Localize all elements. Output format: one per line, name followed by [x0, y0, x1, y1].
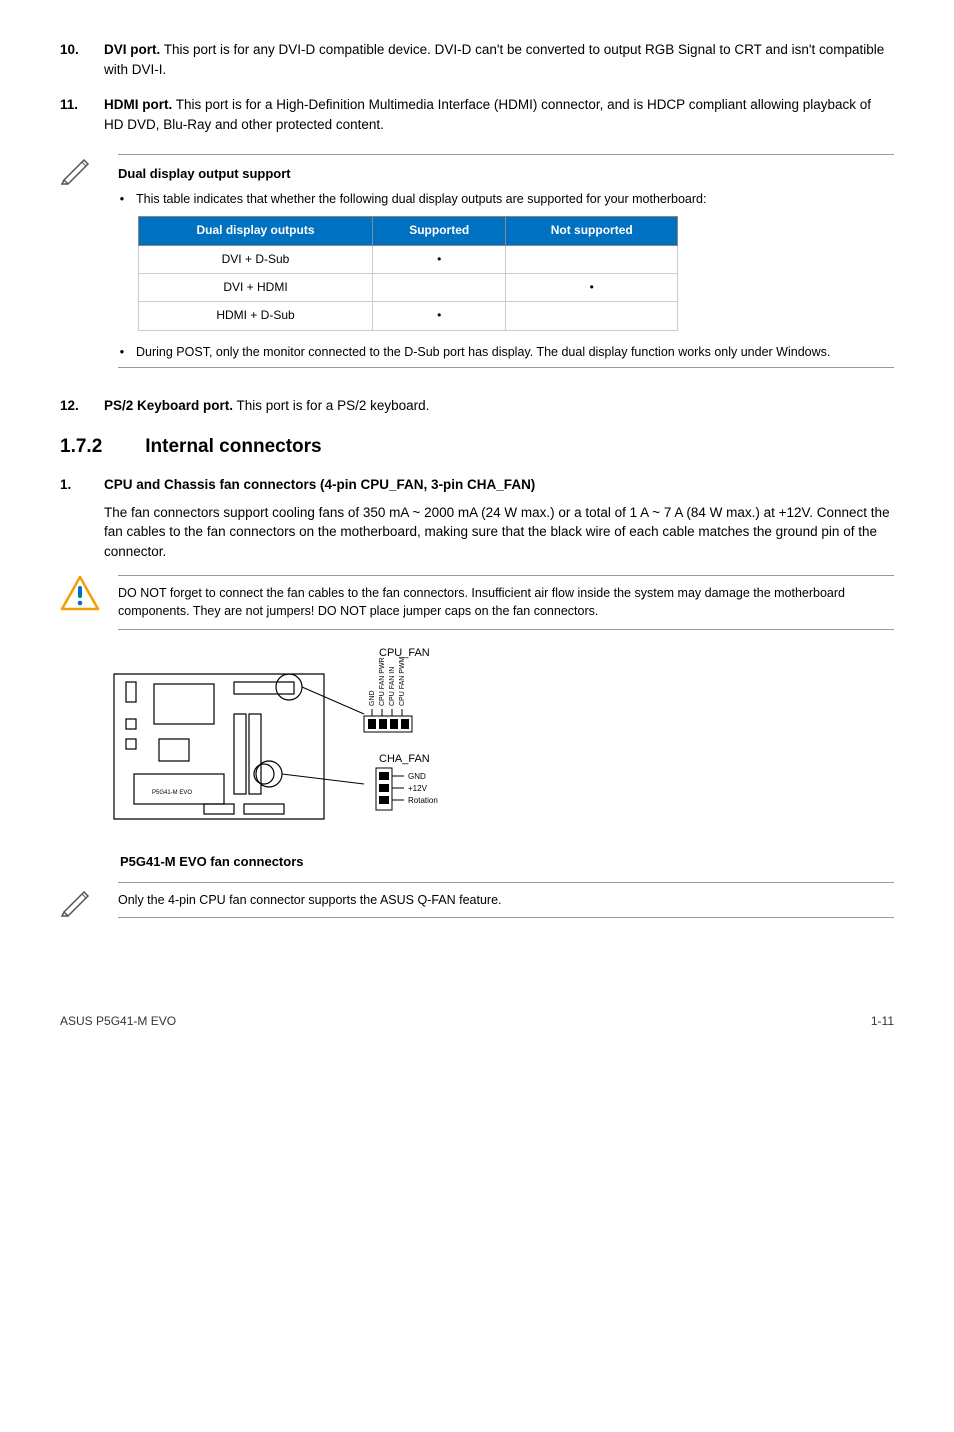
table-header: Supported	[372, 217, 505, 245]
pencil-icon	[60, 882, 100, 924]
table-row: DVI + HDMI •	[139, 274, 678, 302]
list-item-11: 11. HDMI port. This port is for a High-D…	[60, 95, 894, 134]
item-number: 10.	[60, 40, 90, 79]
item-text: This port is for any DVI-D compatible de…	[104, 42, 884, 77]
svg-text:CPU FAN IN: CPU FAN IN	[389, 666, 396, 705]
connector-item-1: 1. CPU and Chassis fan connectors (4-pin…	[60, 475, 894, 561]
dual-display-table: Dual display outputs Supported Not suppo…	[138, 216, 678, 331]
fan-connector-diagram: P5G41-M EVO CPU_FAN GND CPU FAN PWR CPU …	[104, 644, 894, 850]
table-header: Dual display outputs	[139, 217, 373, 245]
table-cell: •	[372, 245, 505, 273]
note-content: Dual display output support • This table…	[118, 150, 894, 378]
item-title: PS/2 Keyboard port.	[104, 398, 233, 413]
table-row: HDMI + D-Sub •	[139, 302, 678, 330]
pencil-icon	[60, 150, 100, 192]
svg-text:P5G41-M EVO: P5G41-M EVO	[152, 790, 192, 796]
note-title: Dual display output support	[118, 165, 894, 184]
caution-block: DO NOT forget to connect the fan cables …	[60, 575, 894, 629]
note-bullet-2: • During POST, only the monitor connecte…	[118, 343, 894, 361]
section-number: 1.7.2	[60, 433, 140, 461]
item-title: DVI port.	[104, 42, 160, 57]
item-text: This port is for a PS/2 keyboard.	[233, 398, 429, 413]
item-text: This port is for a High-Definition Multi…	[104, 97, 871, 132]
item-title: CPU and Chassis fan connectors (4-pin CP…	[104, 475, 894, 495]
table-cell: •	[372, 302, 505, 330]
svg-text:CPU FAN PWR: CPU FAN PWR	[379, 657, 386, 706]
item-title: HDMI port.	[104, 97, 172, 112]
svg-text:CPU FAN PWM: CPU FAN PWM	[399, 656, 406, 706]
footer-right: 1-11	[871, 1013, 894, 1030]
table-cell: HDMI + D-Sub	[139, 302, 373, 330]
item-number: 12.	[60, 396, 90, 416]
table-cell	[506, 245, 678, 273]
section-heading: 1.7.2 Internal connectors	[60, 433, 894, 461]
item-body: PS/2 Keyboard port. This port is for a P…	[104, 396, 894, 416]
table-cell	[372, 274, 505, 302]
note-dual-display: Dual display output support • This table…	[60, 150, 894, 378]
svg-text:GND: GND	[408, 772, 426, 781]
caution-text: DO NOT forget to connect the fan cables …	[118, 575, 894, 629]
bullet-dot: •	[118, 343, 126, 361]
item-body: DVI port. This port is for any DVI-D com…	[104, 40, 894, 79]
footer-left: ASUS P5G41-M EVO	[60, 1013, 176, 1030]
item-body: HDMI port. This port is for a High-Defin…	[104, 95, 894, 134]
list-item-12: 12. PS/2 Keyboard port. This port is for…	[60, 396, 894, 416]
divider	[118, 367, 894, 368]
table-cell: DVI + HDMI	[139, 274, 373, 302]
divider	[118, 154, 894, 155]
note-bullet-1: • This table indicates that whether the …	[118, 190, 894, 208]
page-footer: ASUS P5G41-M EVO 1-11	[60, 1013, 894, 1030]
item-number: 1.	[60, 475, 90, 561]
table-cell: DVI + D-Sub	[139, 245, 373, 273]
warning-icon	[60, 575, 100, 617]
svg-text:Rotation: Rotation	[408, 796, 438, 805]
cha-fan-label: CHA_FAN	[379, 753, 430, 765]
bullet-text: During POST, only the monitor connected …	[136, 343, 830, 361]
svg-text:+12V: +12V	[408, 784, 428, 793]
table-cell: •	[506, 274, 678, 302]
bullet-text: This table indicates that whether the fo…	[136, 190, 706, 208]
diagram-caption: P5G41-M EVO fan connectors	[120, 853, 894, 872]
item-body: CPU and Chassis fan connectors (4-pin CP…	[104, 475, 894, 561]
section-title: Internal connectors	[145, 436, 321, 457]
table-header: Not supported	[506, 217, 678, 245]
bullet-dot: •	[118, 190, 126, 208]
list-item-10: 10. DVI port. This port is for any DVI-D…	[60, 40, 894, 79]
table-cell	[506, 302, 678, 330]
svg-text:GND: GND	[369, 690, 376, 706]
footnote-block: Only the 4-pin CPU fan connector support…	[60, 882, 894, 924]
footnote-text: Only the 4-pin CPU fan connector support…	[118, 882, 894, 918]
item-text: The fan connectors support cooling fans …	[104, 503, 894, 562]
table-row: DVI + D-Sub •	[139, 245, 678, 273]
item-number: 11.	[60, 95, 90, 134]
table-header-row: Dual display outputs Supported Not suppo…	[139, 217, 678, 245]
